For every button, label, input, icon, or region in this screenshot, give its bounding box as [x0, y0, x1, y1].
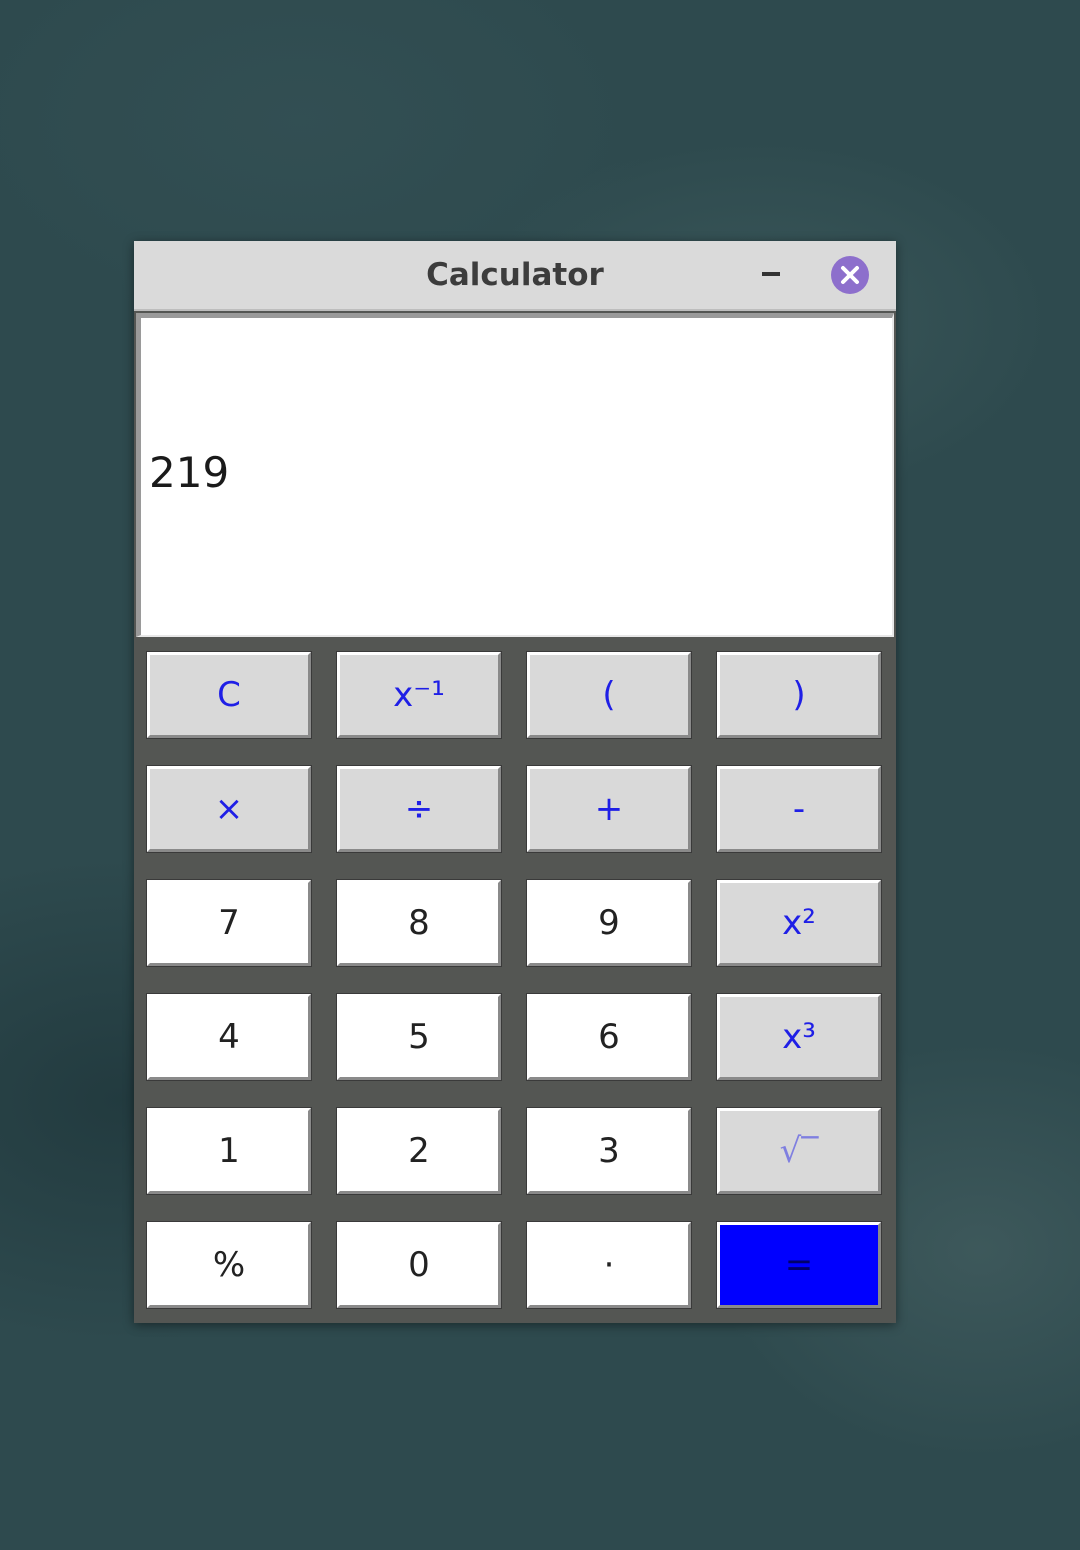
digit-6-button[interactable]: 6 [526, 993, 692, 1081]
equals-button[interactable]: = [716, 1221, 882, 1309]
divide-button[interactable]: ÷ [336, 765, 502, 853]
open-paren-button[interactable]: ( [526, 651, 692, 739]
display-value: 219 [149, 448, 230, 497]
title-bar[interactable]: Calculator [134, 241, 896, 311]
display-field[interactable]: 219 [136, 313, 894, 637]
reciprocal-button[interactable]: x⁻¹ [336, 651, 502, 739]
digit-8-button[interactable]: 8 [336, 879, 502, 967]
plus-button[interactable]: + [526, 765, 692, 853]
percent-button[interactable]: % [146, 1221, 312, 1309]
digit-2-button[interactable]: 2 [336, 1107, 502, 1195]
digit-1-button[interactable]: 1 [146, 1107, 312, 1195]
multiply-button[interactable]: × [146, 765, 312, 853]
digit-9-button[interactable]: 9 [526, 879, 692, 967]
clear-button[interactable]: C [146, 651, 312, 739]
sqrt-button[interactable]: √‾ [716, 1107, 882, 1195]
square-button[interactable]: x² [716, 879, 882, 967]
digit-3-button[interactable]: 3 [526, 1107, 692, 1195]
cube-button[interactable]: x³ [716, 993, 882, 1081]
close-icon[interactable] [831, 256, 869, 294]
minus-button[interactable]: - [716, 765, 882, 853]
digit-4-button[interactable]: 4 [146, 993, 312, 1081]
minimize-icon[interactable] [754, 255, 790, 295]
digit-0-button[interactable]: 0 [336, 1221, 502, 1309]
calculator-window: Calculator 219 Cx⁻¹ () × ÷ + - 7 8 9 x² 4 5 6 x³ 1 2 3 √‾… [134, 241, 896, 1323]
digit-7-button[interactable]: 7 [146, 879, 312, 967]
digit-5-button[interactable]: 5 [336, 993, 502, 1081]
decimal-button[interactable]: · [526, 1221, 692, 1309]
close-paren-button[interactable]: ) [716, 651, 882, 739]
